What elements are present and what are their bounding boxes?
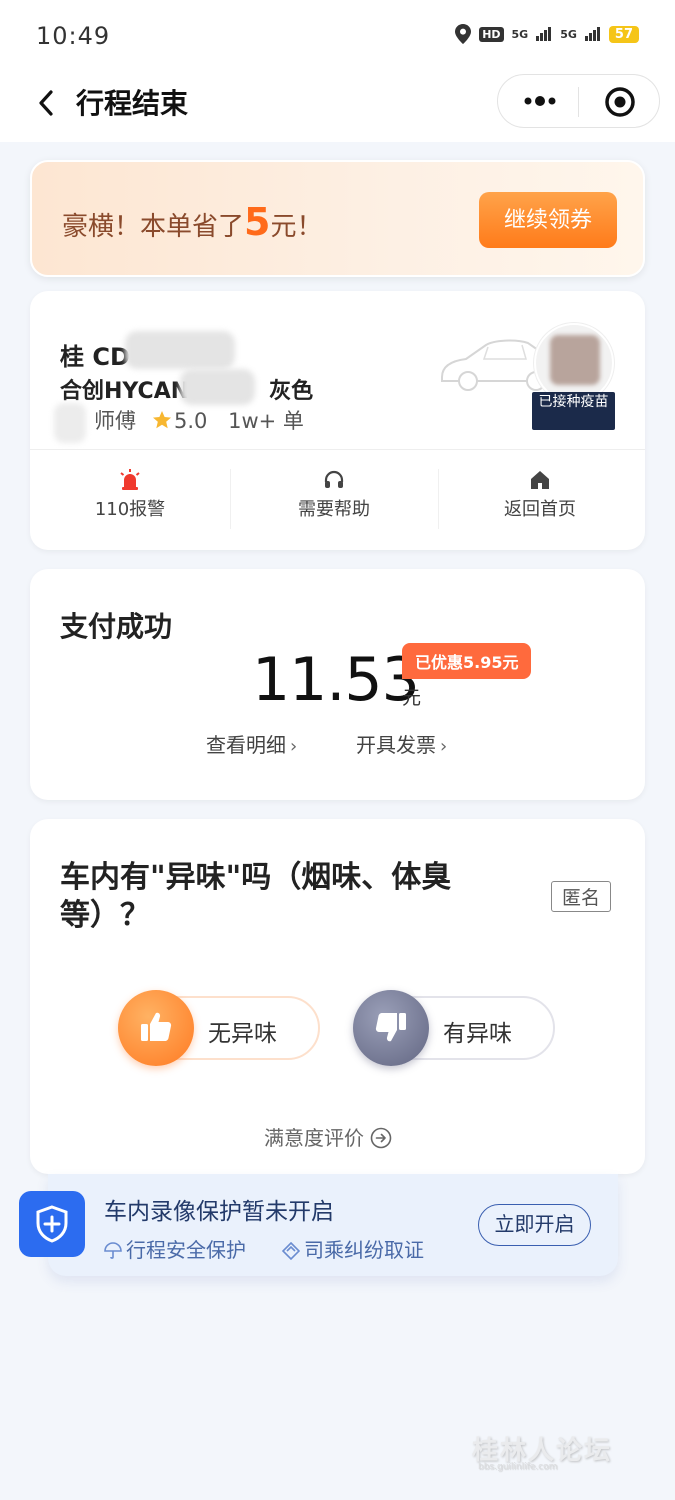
has-odor-button[interactable]: 有异味 — [353, 990, 555, 1066]
video-protection-title: 车内录像保护暂未开启 — [104, 1199, 334, 1225]
target-icon[interactable] — [604, 86, 636, 118]
invoice-label: 开具发票 — [356, 733, 436, 757]
license-plate: 桂 CD — [60, 343, 130, 371]
alarm-light-icon — [120, 469, 140, 490]
home-icon — [531, 471, 549, 489]
more-dots-icon[interactable] — [520, 89, 560, 113]
promo-text: 豪横！本单省了5元！ — [62, 200, 322, 244]
avatar-redaction — [550, 335, 600, 385]
action-home-label: 返回首页 — [504, 499, 576, 520]
car-model: 合创HYCAN — [60, 379, 190, 404]
signal-bars-icon — [536, 27, 552, 41]
status-bar: 10:49 HD 5G 5G 57 — [0, 0, 675, 72]
model-redaction — [180, 369, 255, 405]
action-home[interactable]: 返回首页 — [440, 469, 640, 521]
shield-plus-icon — [36, 1205, 68, 1243]
satisfaction-rating-label: 满意度评价 — [264, 1126, 364, 1150]
battery-indicator: 57 — [608, 25, 639, 43]
chevron-right-icon: › — [290, 736, 298, 757]
arrow-circle-right-icon — [370, 1127, 392, 1149]
shield-badge — [19, 1191, 85, 1257]
thumbs-up-icon — [141, 1012, 172, 1041]
signal-5g-2: 5G — [560, 27, 577, 41]
diamond-icon — [281, 1241, 301, 1261]
driver-card: 桂 CD 合创HYCAN 灰色 师傅 5.0 1w+ 单 已接种疫苗 110报警 — [30, 291, 645, 550]
promo-prefix: 豪横！本单省了 — [62, 212, 245, 242]
driver-name: 师傅 — [94, 409, 136, 433]
continue-coupon-button[interactable]: 继续领券 — [479, 192, 617, 248]
payment-amount: 11.53 — [252, 645, 420, 715]
driver-meta: 师傅 5.0 1w+ 单 — [60, 405, 304, 435]
no-odor-button[interactable]: 无异味 — [118, 990, 320, 1066]
headset-icon — [324, 470, 344, 488]
signal-bars-icon — [584, 27, 600, 41]
location-icon — [455, 24, 472, 44]
invoice-link[interactable]: 开具发票 › — [356, 729, 447, 758]
plate-redaction — [125, 331, 235, 369]
view-details-link[interactable]: 查看明细 › — [206, 729, 297, 758]
signal-5g-1: 5G — [511, 27, 529, 41]
name-redaction — [54, 403, 86, 443]
vaccine-badge: 已接种疫苗 — [532, 392, 615, 430]
chevron-left-icon[interactable] — [34, 88, 58, 118]
thumbs-down-icon — [375, 1013, 406, 1042]
promo-amount: 5 — [244, 200, 271, 244]
odor-survey-card: 车内有"异味"吗（烟味、体臭等）？ 匿名 无异味 有异味 满意度评价 — [30, 819, 645, 1174]
anonymous-tag: 匿名 — [551, 881, 612, 912]
status-icons: HD 5G 5G 57 — [455, 24, 639, 44]
nav-bar: 行程结束 — [0, 72, 675, 142]
status-time: 10:49 — [36, 22, 111, 50]
car-color: 灰色 — [269, 379, 314, 404]
action-police[interactable]: 110报警 — [30, 469, 230, 521]
watermark-sub: bbs.guilinlife.com — [478, 1462, 558, 1472]
action-divider — [438, 469, 439, 529]
star-icon — [153, 411, 171, 429]
video-protection-banner: 车内录像保护暂未开启 行程安全保护 司乘纠纷取证 立即开启 — [48, 1174, 618, 1276]
safety-tag: 行程安全保护 — [104, 1234, 246, 1263]
driver-avatar — [534, 323, 614, 403]
payment-unit: 元 — [402, 687, 422, 709]
evidence-tag: 司乘纠纷取证 — [281, 1234, 424, 1263]
page-title: 行程结束 — [76, 87, 189, 120]
capsule-divider — [578, 87, 579, 117]
survey-question: 车内有"异味"吗（烟味、体臭等）？ — [60, 860, 452, 933]
mini-program-capsule — [497, 74, 660, 128]
thumbs-down-circle — [353, 990, 429, 1066]
driver-rating: 5.0 — [174, 409, 208, 433]
enable-recording-button[interactable]: 立即开启 — [478, 1204, 591, 1246]
action-help-label: 需要帮助 — [298, 499, 370, 520]
discount-badge: 已优惠5.95元 — [402, 643, 532, 679]
forum-watermark: 桂林人论坛 bbs.guilinlife.com — [472, 1430, 632, 1480]
promo-suffix: 元！ — [270, 212, 323, 242]
chevron-right-icon: › — [440, 736, 448, 757]
hd-badge: HD — [479, 26, 504, 42]
promo-card: 豪横！本单省了5元！ 继续领券 — [30, 160, 645, 277]
divider — [30, 449, 645, 450]
thumbs-up-circle — [118, 990, 194, 1066]
umbrella-icon — [104, 1242, 122, 1259]
safety-tag-label: 行程安全保护 — [126, 1238, 246, 1262]
has-odor-label: 有异味 — [443, 1021, 512, 1047]
no-odor-label: 无异味 — [208, 1021, 277, 1047]
driver-orders: 1w+ 单 — [228, 409, 304, 433]
action-help[interactable]: 需要帮助 — [234, 469, 434, 521]
action-divider — [230, 469, 231, 529]
action-police-label: 110报警 — [94, 499, 166, 520]
satisfaction-rating-link[interactable]: 满意度评价 — [264, 1122, 392, 1151]
evidence-tag-label: 司乘纠纷取证 — [304, 1238, 424, 1262]
view-details-label: 查看明细 — [206, 733, 286, 757]
payment-status-title: 支付成功 — [60, 610, 173, 643]
payment-card: 支付成功 11.53 元 已优惠5.95元 查看明细 › 开具发票 › — [30, 569, 645, 800]
